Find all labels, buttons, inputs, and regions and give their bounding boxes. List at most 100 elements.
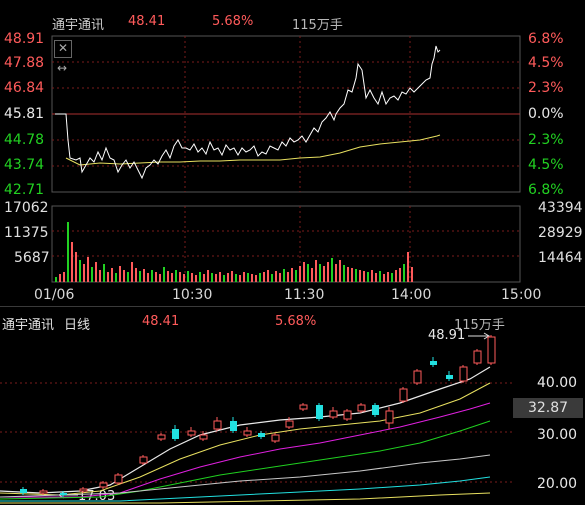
candle-body <box>329 410 338 418</box>
volume-bar <box>387 272 389 282</box>
volume-bar <box>411 267 413 282</box>
volume-bar <box>127 272 129 282</box>
volume-bar <box>171 273 173 282</box>
volume-bar <box>279 273 281 282</box>
volume-bar <box>147 273 149 282</box>
volume-bar <box>355 269 357 282</box>
volume-bar <box>223 275 225 282</box>
volume-bar <box>63 272 65 282</box>
candle-body <box>157 434 166 440</box>
candle-body <box>271 434 280 442</box>
intraday-volume-frame <box>51 205 521 283</box>
intraday-chart[interactable] <box>0 0 585 305</box>
volume-bar <box>251 274 253 282</box>
volume-bar <box>327 262 329 282</box>
volume-bar <box>199 272 201 282</box>
volume-bar <box>315 260 317 282</box>
candle-body <box>399 388 408 402</box>
volume-bar <box>175 270 177 282</box>
volume-bar <box>331 258 333 282</box>
volume-bar <box>287 272 289 282</box>
volume-bar <box>351 268 353 282</box>
ma-line-yellow <box>0 382 491 496</box>
volume-bar <box>95 262 97 282</box>
volume-bar <box>403 264 405 282</box>
volume-bar <box>303 262 305 282</box>
volume-bar <box>111 268 113 282</box>
volume-bar <box>255 275 257 282</box>
volume-bar <box>103 264 105 282</box>
candle-body <box>243 430 252 436</box>
volume-bar <box>155 272 157 282</box>
volume-bar <box>195 275 197 282</box>
volume-bar <box>359 270 361 282</box>
volume-bar <box>163 267 165 282</box>
volume-bar <box>59 274 61 282</box>
volume-bar <box>379 271 381 282</box>
volume-bar <box>243 272 245 282</box>
volume-bar <box>227 273 229 282</box>
volume-bar <box>75 252 77 282</box>
volume-bar <box>291 268 293 282</box>
volume-bar <box>391 273 393 282</box>
volume-bar <box>67 222 69 282</box>
candle-body <box>459 366 468 382</box>
volume-bar <box>131 262 133 282</box>
candle-body <box>446 375 453 379</box>
candle-body <box>213 420 222 430</box>
volume-bar <box>115 273 117 282</box>
volume-bar <box>91 267 93 282</box>
candle-body <box>372 405 379 415</box>
volume-bar <box>323 266 325 282</box>
volume-bar <box>283 269 285 282</box>
candle-body <box>20 489 27 493</box>
volume-bar <box>239 275 241 282</box>
candle-body <box>172 429 179 439</box>
volume-bar <box>339 260 341 282</box>
volume-bar <box>371 270 373 282</box>
candles <box>20 335 496 497</box>
daily-kline-chart[interactable] <box>0 307 585 505</box>
volume-bar <box>143 269 145 282</box>
volume-bar <box>179 272 181 282</box>
volume-bar <box>187 271 189 282</box>
volume-bar <box>367 272 369 282</box>
candle-body <box>385 410 394 424</box>
volume-bar <box>343 265 345 282</box>
volume-bar <box>235 274 237 282</box>
volume-bar <box>139 271 141 282</box>
candle-body <box>230 421 237 431</box>
volume-bar <box>267 270 269 282</box>
ma-line-gray <box>0 454 491 498</box>
volume-bar <box>99 270 101 282</box>
ma-line-magenta <box>0 402 491 498</box>
volume-bar <box>215 274 217 282</box>
candle-body <box>60 493 67 495</box>
candle-body <box>473 350 482 364</box>
candle-body <box>430 361 437 365</box>
volume-bar <box>275 271 277 282</box>
volume-bar <box>135 268 137 282</box>
volume-bar <box>335 264 337 282</box>
ma-line-white <box>0 366 491 494</box>
volume-bar <box>231 271 233 282</box>
volume-bar <box>183 274 185 282</box>
candle-body <box>413 370 422 384</box>
candle-body <box>357 404 366 412</box>
volume-bar <box>363 271 365 282</box>
candle-body <box>79 488 88 492</box>
candle-body <box>187 430 196 436</box>
volume-bar <box>83 264 85 282</box>
candle-body <box>39 490 48 494</box>
price-line <box>55 45 441 180</box>
volume-bar <box>247 273 249 282</box>
volume-bar <box>71 242 73 282</box>
volume-bar <box>399 268 401 282</box>
candle-body <box>343 410 352 420</box>
volume-bar <box>211 273 213 282</box>
volume-bar <box>299 266 301 282</box>
volume-bar <box>55 277 57 282</box>
volume-bar <box>263 272 265 282</box>
volume-bar <box>295 270 297 282</box>
volume-bar <box>311 268 313 282</box>
